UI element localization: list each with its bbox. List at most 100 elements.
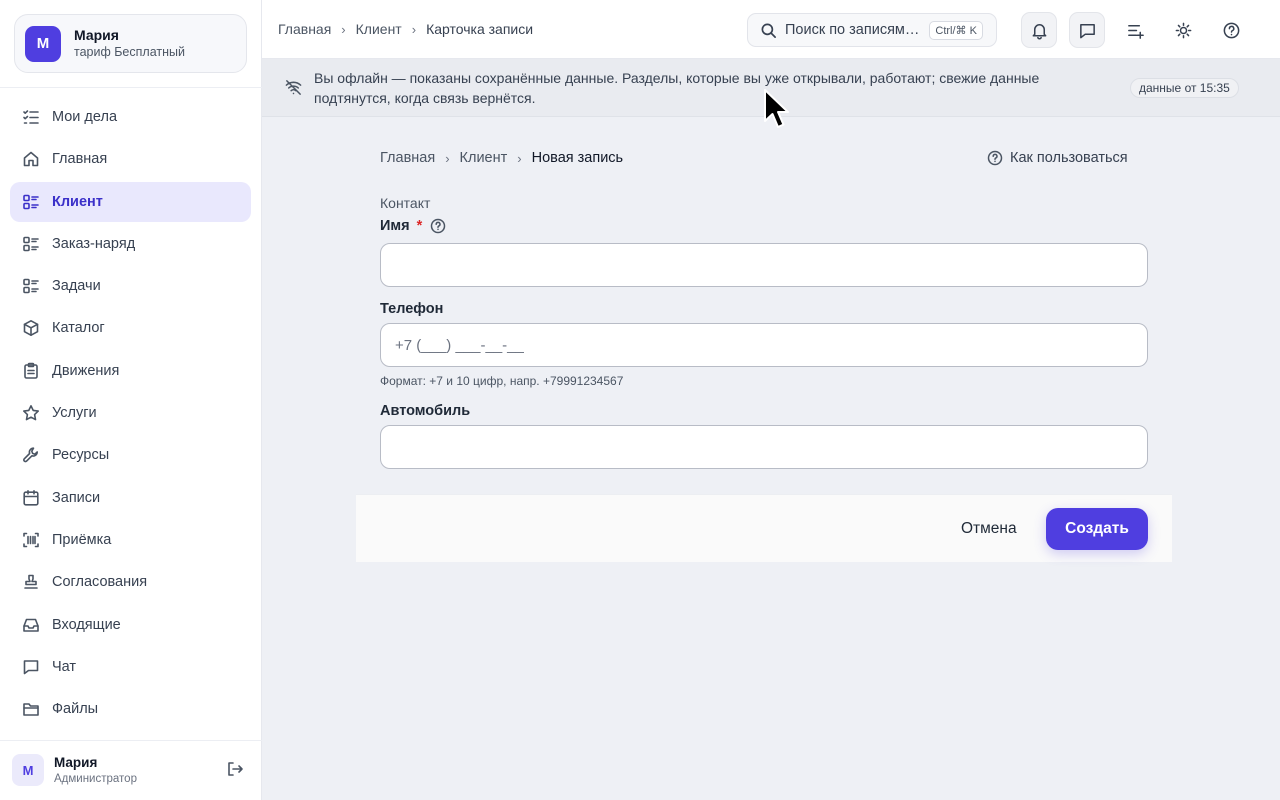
help-circle-icon bbox=[987, 150, 1003, 166]
car-input[interactable] bbox=[380, 425, 1148, 469]
chevron-right-icon: › bbox=[517, 150, 522, 166]
sidebar-item-inbox[interactable]: Входящие bbox=[10, 605, 251, 645]
list-icon bbox=[22, 277, 40, 295]
sidebar-item-files[interactable]: Файлы bbox=[10, 689, 251, 729]
user-profile[interactable]: М Мария Администратор bbox=[12, 752, 250, 788]
logout-icon bbox=[228, 762, 243, 776]
sun-icon bbox=[1175, 22, 1191, 38]
account-avatar: М bbox=[25, 25, 61, 62]
clipboard-icon bbox=[22, 362, 40, 380]
sidebar-item-my-tasks[interactable]: Мои дела bbox=[10, 97, 251, 137]
breadcrumb-client[interactable]: Клиент bbox=[460, 150, 508, 166]
bell-icon bbox=[1032, 23, 1046, 39]
search-icon bbox=[761, 23, 776, 38]
folder-icon bbox=[22, 700, 40, 718]
wifi-off-icon bbox=[284, 78, 304, 98]
phone-input[interactable] bbox=[380, 323, 1148, 367]
create-button[interactable]: Создать bbox=[1046, 508, 1148, 550]
breadcrumb-home[interactable]: Главная bbox=[380, 150, 435, 166]
list-icon bbox=[22, 193, 40, 211]
logout-button[interactable] bbox=[226, 760, 246, 780]
form-breadcrumb: Главная › Клиент › Новая запись bbox=[380, 150, 623, 166]
chevron-right-icon: › bbox=[411, 21, 417, 37]
account-plan: тариф Бесплатный bbox=[74, 44, 185, 59]
task-list-icon bbox=[22, 108, 40, 126]
offline-banner: Вы офлайн — показаны сохранённые данные.… bbox=[262, 59, 1280, 117]
sidebar-item-client[interactable]: Клиент bbox=[10, 181, 251, 222]
help-circle-icon[interactable] bbox=[430, 218, 446, 234]
sidebar-item-label: Входящие bbox=[52, 616, 121, 633]
data-timestamp-badge: данные от 15:35 bbox=[1130, 78, 1239, 98]
breadcrumb-current: Новая запись bbox=[531, 150, 624, 166]
sidebar-item-reception[interactable]: Приёмка bbox=[10, 520, 251, 560]
breadcrumb-client[interactable]: Клиент bbox=[356, 21, 402, 37]
how-to-use-label: Как пользоваться bbox=[1010, 150, 1128, 166]
sidebar-item-chat[interactable]: Чат bbox=[10, 647, 251, 687]
chevron-right-icon: › bbox=[341, 21, 346, 37]
list-icon bbox=[22, 235, 40, 253]
account-name: Мария bbox=[74, 26, 119, 43]
phone-field-label: Телефон bbox=[380, 301, 444, 317]
box-icon bbox=[22, 319, 40, 337]
sidebar-item-label: Задачи bbox=[52, 278, 101, 295]
stamp-icon bbox=[22, 573, 40, 591]
breadcrumb-current: Карточка записи bbox=[426, 21, 534, 37]
form-actions-bar: Отмена Создать bbox=[356, 494, 1172, 562]
sidebar-item-label: Мои дела bbox=[52, 109, 118, 125]
add-to-list-button[interactable] bbox=[1117, 12, 1153, 48]
sidebar-item-records[interactable]: Записи bbox=[10, 478, 251, 518]
notifications-button[interactable] bbox=[1021, 12, 1057, 48]
section-title: Контакт bbox=[380, 195, 431, 211]
sidebar-item-label: Каталог bbox=[52, 320, 105, 337]
sidebar-nav: Мои дела Главная Клиент Заказ-наряд Зада… bbox=[10, 97, 251, 731]
breadcrumb: Главная › Клиент › Карточка записи bbox=[278, 21, 533, 37]
how-to-use-link[interactable]: Как пользоваться bbox=[987, 150, 1128, 166]
wrench-icon bbox=[22, 446, 40, 464]
messages-button[interactable] bbox=[1069, 12, 1105, 48]
divider bbox=[0, 87, 262, 88]
name-label-text: Имя bbox=[380, 218, 410, 234]
sidebar-item-movements[interactable]: Движения bbox=[10, 351, 251, 391]
user-name: Мария bbox=[54, 754, 98, 770]
sidebar-item-label: Главная bbox=[52, 151, 108, 168]
sidebar-item-resources[interactable]: Ресурсы bbox=[10, 435, 251, 475]
sidebar-item-label: Файлы bbox=[52, 701, 99, 718]
star-icon bbox=[22, 404, 40, 422]
search-input[interactable]: Поиск по записям… Ctrl/⌘ K bbox=[747, 13, 997, 47]
sidebar-item-catalog[interactable]: Каталог bbox=[10, 308, 251, 348]
chat-icon bbox=[1079, 23, 1095, 38]
car-field-label: Автомобиль bbox=[380, 403, 471, 419]
search-placeholder: Поиск по записям… bbox=[785, 22, 920, 38]
account-switcher[interactable]: М Мария тариф Бесплатный bbox=[14, 14, 247, 73]
home-icon bbox=[22, 150, 40, 168]
calendar-icon bbox=[22, 489, 40, 507]
name-input[interactable] bbox=[380, 243, 1148, 287]
chevron-right-icon: › bbox=[445, 150, 450, 166]
search-shortcut-badge: Ctrl/⌘ K bbox=[929, 20, 983, 40]
help-button[interactable] bbox=[1213, 12, 1249, 48]
breadcrumb-home[interactable]: Главная bbox=[278, 21, 331, 37]
user-role: Администратор bbox=[54, 772, 137, 785]
sidebar: М Мария тариф Бесплатный Мои дела Главна… bbox=[0, 0, 262, 800]
sidebar-item-label: Записи bbox=[52, 489, 101, 506]
sidebar-item-label: Согласования bbox=[52, 574, 148, 591]
sidebar-item-work-order[interactable]: Заказ-наряд bbox=[10, 224, 251, 264]
sidebar-item-home[interactable]: Главная bbox=[10, 139, 251, 179]
sidebar-item-label: Приёмка bbox=[52, 531, 112, 548]
topbar: Главная › Клиент › Карточка записи Поиск… bbox=[262, 0, 1280, 59]
sidebar-item-label: Клиент bbox=[52, 193, 103, 210]
theme-toggle-button[interactable] bbox=[1165, 12, 1201, 48]
sidebar-item-label: Заказ-наряд bbox=[52, 235, 136, 252]
phone-format-hint: Формат: +7 и 10 цифр, напр. +79991234567 bbox=[380, 374, 624, 388]
offline-banner-text: Вы офлайн — показаны сохранённые данные.… bbox=[314, 70, 1040, 106]
sidebar-item-label: Чат bbox=[52, 658, 77, 675]
sidebar-item-services[interactable]: Услуги bbox=[10, 393, 251, 433]
sidebar-item-tasks[interactable]: Задачи bbox=[10, 266, 251, 306]
name-field-label: Имя * bbox=[380, 218, 446, 234]
sidebar-item-approvals[interactable]: Согласования bbox=[10, 562, 251, 602]
required-marker: * bbox=[416, 218, 423, 234]
list-add-icon bbox=[1127, 24, 1144, 39]
chat-icon bbox=[22, 658, 40, 676]
cancel-button[interactable]: Отмена bbox=[954, 515, 1024, 543]
barcode-scan-icon bbox=[22, 531, 40, 549]
